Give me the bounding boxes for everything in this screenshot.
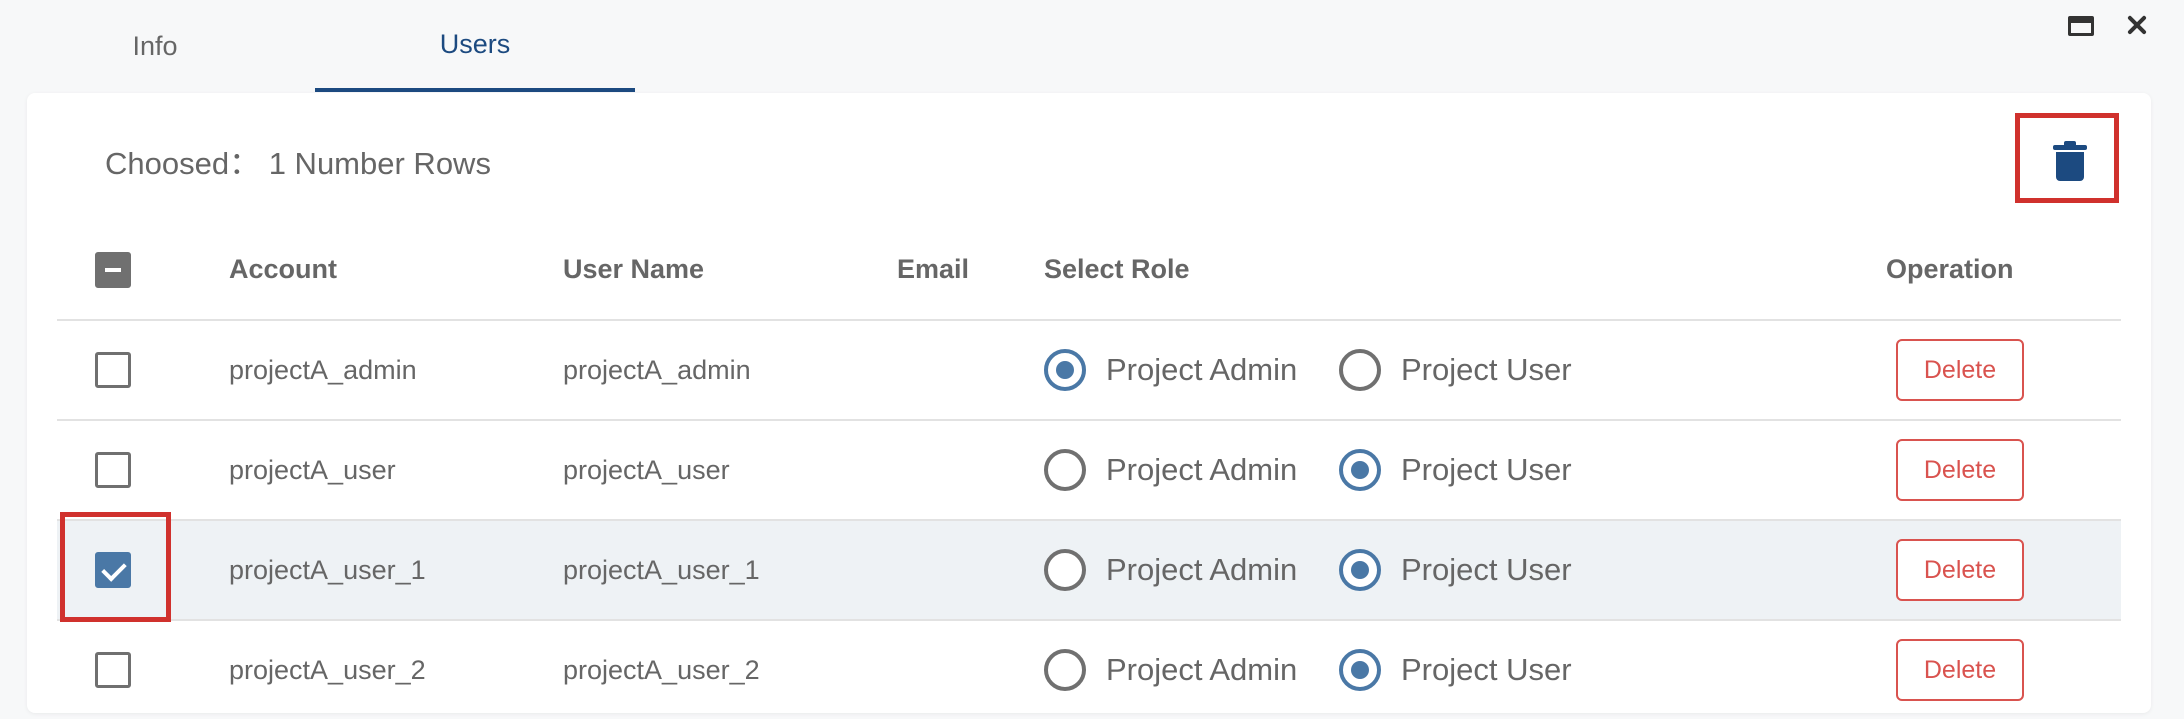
trash-icon xyxy=(2053,141,2087,181)
role-label-project-user: Project User xyxy=(1401,452,1572,487)
tab-users[interactable]: Users xyxy=(315,0,635,92)
role-label-project-admin: Project Admin xyxy=(1106,552,1298,587)
row-checkbox[interactable] xyxy=(95,352,131,388)
row-checkbox[interactable] xyxy=(95,552,131,588)
account-cell: projectA_user_1 xyxy=(229,555,426,585)
delete-button[interactable]: Delete xyxy=(1896,439,2024,501)
user-name-cell: projectA_admin xyxy=(563,355,751,385)
delete-button[interactable]: Delete xyxy=(1896,339,2024,401)
tab-info[interactable]: Info xyxy=(20,0,290,92)
account-cell: projectA_user_2 xyxy=(229,655,426,685)
role-radio-project-admin[interactable] xyxy=(1044,649,1086,691)
user-name-cell: projectA_user_1 xyxy=(563,555,760,585)
role-radio-project-admin[interactable] xyxy=(1044,449,1086,491)
delete-button[interactable]: Delete xyxy=(1896,639,2024,701)
user-name-cell: projectA_user_2 xyxy=(563,655,760,685)
role-label-project-admin: Project Admin xyxy=(1106,652,1298,687)
column-header-user-name: User Name xyxy=(563,254,705,284)
row-checkbox[interactable] xyxy=(95,452,131,488)
maximize-icon[interactable] xyxy=(2068,16,2094,36)
account-cell: projectA_user xyxy=(229,455,396,485)
select-all-checkbox[interactable] xyxy=(95,252,131,288)
column-header-email: Email xyxy=(897,254,970,284)
account-cell: projectA_admin xyxy=(229,355,417,385)
delete-button[interactable]: Delete xyxy=(1896,539,2024,601)
table-row: projectA_user_2 projectA_user_2 Project … xyxy=(57,621,2121,719)
row-checkbox[interactable] xyxy=(95,652,131,688)
batch-delete-button[interactable] xyxy=(2015,113,2119,203)
role-label-project-user: Project User xyxy=(1401,652,1572,687)
table-row: projectA_user_1 projectA_user_1 Project … xyxy=(57,521,2121,619)
table-row: projectA_admin projectA_admin Project Ad… xyxy=(57,321,2121,419)
column-header-account: Account xyxy=(229,254,337,284)
role-radio-project-user[interactable] xyxy=(1339,449,1381,491)
column-header-operation: Operation xyxy=(1886,254,2014,284)
role-label-project-admin: Project Admin xyxy=(1106,352,1298,387)
role-radio-project-user[interactable] xyxy=(1339,549,1381,591)
role-radio-project-admin[interactable] xyxy=(1044,349,1086,391)
role-radio-project-user[interactable] xyxy=(1339,649,1381,691)
close-icon[interactable] xyxy=(2122,10,2152,40)
role-label-project-user: Project User xyxy=(1401,552,1572,587)
user-name-cell: projectA_user xyxy=(563,455,730,485)
role-label-project-user: Project User xyxy=(1401,352,1572,387)
role-radio-project-admin[interactable] xyxy=(1044,549,1086,591)
column-header-select-role: Select Role xyxy=(1044,254,1190,284)
table-row: projectA_user projectA_user Project Admi… xyxy=(57,421,2121,519)
role-label-project-admin: Project Admin xyxy=(1106,452,1298,487)
role-radio-project-user[interactable] xyxy=(1339,349,1381,391)
selection-count: Choosed： 1 Number Rows xyxy=(105,146,491,181)
